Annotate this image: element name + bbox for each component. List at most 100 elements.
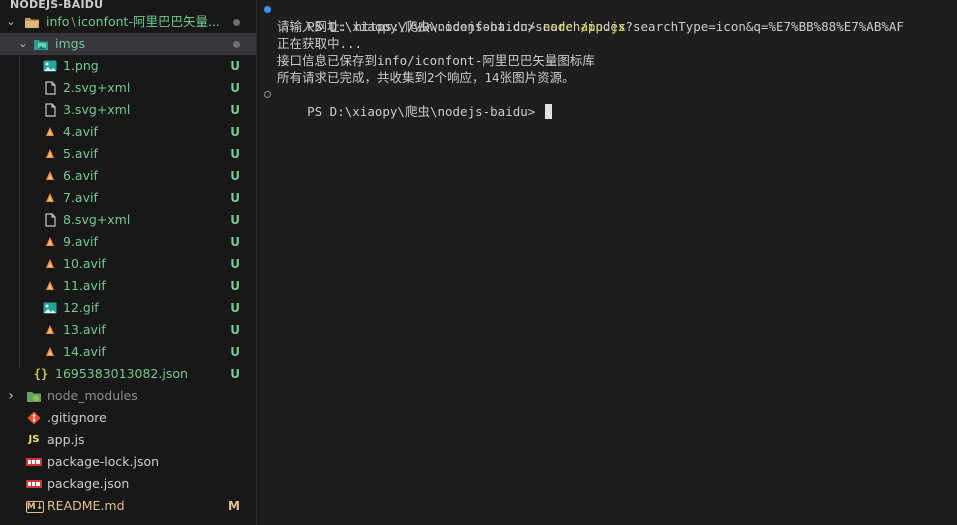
avif-file-icon	[42, 191, 58, 205]
file-row[interactable]: package-lock.json	[0, 451, 256, 473]
file-row[interactable]: 3.svg+xml U	[0, 99, 256, 121]
terminal-output-line: 请输入网址: https://www.iconfont.cn/search/in…	[277, 19, 904, 34]
untracked-dot	[233, 19, 240, 26]
file-name: README.md	[47, 498, 125, 513]
file-row[interactable]: 1.png U	[0, 55, 256, 77]
file-name: 12.gif	[63, 300, 99, 315]
file-name: node_modules	[47, 388, 138, 403]
file-row[interactable]: 7.avif U	[0, 187, 256, 209]
file-name: 9.avif	[63, 234, 98, 249]
file-row[interactable]: 9.avif U	[0, 231, 256, 253]
file-row[interactable]: .gitignore	[0, 407, 256, 429]
imgs-file-list: 1.png U 2.svg+xml U 3.svg+xml U 4.avif U 5.avif U…	[0, 55, 256, 363]
avif-file-icon	[42, 323, 58, 337]
untracked-badge: U	[230, 103, 240, 117]
untracked-badge: U	[230, 323, 240, 337]
file-row[interactable]: 10.avif U	[0, 253, 256, 275]
image-file-icon	[42, 59, 58, 73]
file-row[interactable]: package.json	[0, 473, 256, 495]
avif-file-icon	[42, 279, 58, 293]
terminal-current-line[interactable]: PS D:\xiaopy\爬虫\nodejs-baidu>	[257, 86, 957, 119]
folder-info-name: info	[46, 14, 70, 29]
folder-row-info[interactable]: ⌄ info \ iconfont-阿里巴巴矢量...	[0, 11, 256, 33]
terminal-panel[interactable]: PS D:\xiaopy\爬虫\nodejs-baidu> node app.j…	[257, 0, 957, 525]
file-row[interactable]: 13.avif U	[0, 319, 256, 341]
terminal-output-line: 正在获取中...	[277, 36, 363, 51]
folder-open-icon	[24, 15, 40, 29]
file-name: 1.png	[63, 58, 99, 73]
avif-file-icon	[42, 257, 58, 271]
file-name: package-lock.json	[47, 454, 160, 469]
file-row[interactable]: 2.svg+xml U	[0, 77, 256, 99]
file-row[interactable]: 11.avif U	[0, 275, 256, 297]
untracked-badge: U	[230, 169, 240, 183]
file-name: 4.avif	[63, 124, 98, 139]
untracked-badge: U	[230, 301, 240, 315]
avif-file-icon	[42, 235, 58, 249]
file-name: 11.avif	[63, 278, 106, 293]
file-row[interactable]: 4.avif U	[0, 121, 256, 143]
avif-file-icon	[42, 147, 58, 161]
chevron-down-icon[interactable]: ⌄	[4, 11, 18, 33]
npm-icon	[26, 477, 42, 491]
untracked-badge: U	[230, 279, 240, 293]
file-name: 3.svg+xml	[63, 102, 131, 117]
terminal-output-line: 接口信息已保存到info/iconfont-阿里巴巴矢量图标库	[277, 53, 595, 68]
root-file-list: › node_modules .gitignore JS app.js package-l…	[0, 385, 256, 517]
path-separator: \	[71, 14, 76, 29]
folder-imgs-name: imgs	[55, 36, 86, 51]
file-row[interactable]: JS app.js	[0, 429, 256, 451]
file-row[interactable]: 12.gif U	[0, 297, 256, 319]
file-row-json[interactable]: {} 1695383013082.json U	[0, 363, 256, 385]
untracked-badge: U	[230, 59, 240, 73]
file-name: 2.svg+xml	[63, 80, 131, 95]
node-modules-folder-icon	[26, 389, 42, 403]
avif-file-icon	[42, 345, 58, 359]
json-braces-icon: {}	[33, 367, 49, 381]
untracked-badge: U	[230, 257, 240, 271]
untracked-badge: U	[230, 191, 240, 205]
chevron-down-icon[interactable]: ⌄	[16, 33, 30, 55]
untracked-badge: U	[230, 367, 240, 381]
file-row[interactable]: 14.avif U	[0, 341, 256, 363]
untracked-badge: U	[230, 235, 240, 249]
indent-guide	[19, 56, 20, 368]
file-name: app.js	[47, 432, 85, 447]
file-name: .gitignore	[47, 410, 107, 425]
js-file-icon: JS	[28, 434, 40, 445]
terminal-command-line: PS D:\xiaopy\爬虫\nodejs-baidu> node app.j…	[257, 1, 957, 34]
npm-icon	[26, 455, 42, 469]
chevron-right-icon[interactable]: ›	[4, 385, 18, 407]
folder-row-imgs[interactable]: ⌄ imgs	[0, 33, 256, 55]
json-file-name: 1695383013082.json	[55, 366, 188, 381]
file-name: 14.avif	[63, 344, 106, 359]
terminal-output-line: 所有请求已完成，共收集到2个响应，14张图片资源。	[277, 70, 575, 85]
untracked-badge: U	[230, 81, 240, 95]
untracked-badge: U	[230, 125, 240, 139]
file-name: 8.svg+xml	[63, 212, 131, 227]
avif-file-icon	[42, 125, 58, 139]
file-row[interactable]: 5.avif U	[0, 143, 256, 165]
git-icon	[26, 411, 42, 425]
image-folder-icon	[33, 37, 49, 51]
file-name: 13.avif	[63, 322, 106, 337]
file-name: 5.avif	[63, 146, 98, 161]
file-name: package.json	[47, 476, 130, 491]
file-icon	[42, 81, 58, 95]
file-row[interactable]: › node_modules	[0, 385, 256, 407]
file-row[interactable]: 6.avif U	[0, 165, 256, 187]
command-pending-dot[interactable]	[264, 91, 271, 98]
folder-info-child: iconfont-阿里巴巴矢量...	[77, 14, 220, 29]
file-row[interactable]: 8.svg+xml U	[0, 209, 256, 231]
modified-badge: M	[228, 499, 240, 513]
markdown-icon: M↓	[26, 501, 44, 513]
file-row[interactable]: M↓ README.md M	[0, 495, 256, 517]
untracked-badge: U	[230, 147, 240, 161]
file-icon	[42, 103, 58, 117]
terminal-cursor	[544, 104, 552, 119]
command-success-dot[interactable]	[264, 6, 271, 13]
untracked-badge: U	[230, 345, 240, 359]
explorer-section-title[interactable]: NODEJS-BAIDU	[0, 0, 256, 11]
file-icon	[42, 213, 58, 227]
explorer-sidebar: NODEJS-BAIDU ⌄ info \ iconfont-阿里巴巴矢量... ⌄…	[0, 0, 257, 525]
